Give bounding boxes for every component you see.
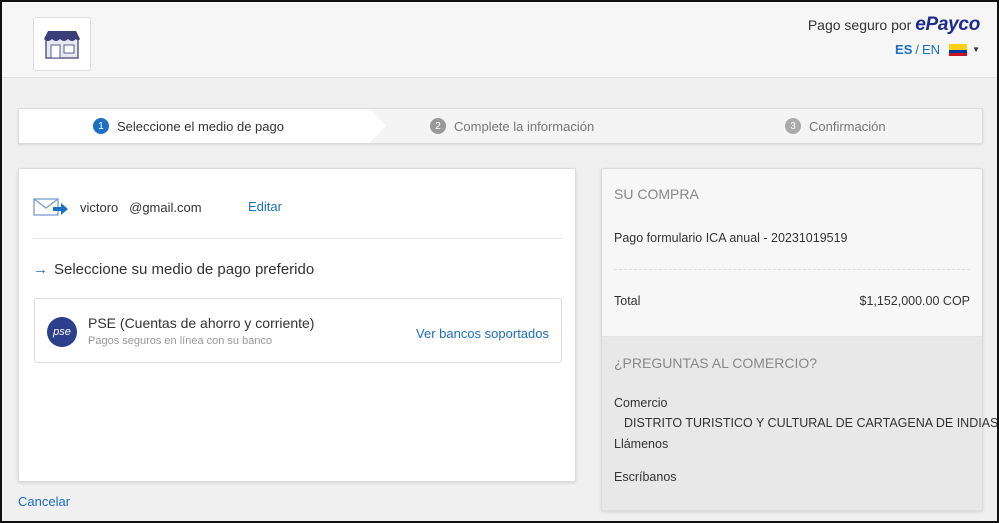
- select-method-label: Seleccione su medio de pago preferido: [54, 261, 315, 278]
- secure-payment-text: Pago seguro por ePayco: [808, 14, 980, 36]
- pse-logo-icon: pse: [47, 317, 77, 347]
- merchant-name: DISTRITO TURISTICO Y CULTURAL DE CARTAGE…: [624, 416, 999, 430]
- step-confirmation: 3 Confirmación: [785, 118, 886, 134]
- step-number: 1: [93, 118, 109, 134]
- lang-separator: /: [915, 42, 920, 57]
- merchant-label: Comercio: [614, 396, 668, 410]
- lang-es[interactable]: ES: [895, 42, 912, 57]
- email-arrow-icon: [33, 198, 68, 216]
- total-value: $1,152,000.00 COP: [859, 294, 971, 308]
- payment-method-panel: victoro @gmail.com Editar → Seleccione s…: [18, 168, 576, 482]
- step-label: Seleccione el medio de pago: [117, 118, 284, 134]
- select-method-heading: → Seleccione su medio de pago preferido: [33, 261, 314, 278]
- purchase-summary: SU COMPRA Pago formulario ICA anual - 20…: [602, 169, 982, 337]
- arrow-right-icon: →: [33, 261, 48, 278]
- dashed-divider: [614, 269, 970, 270]
- store-icon: [44, 31, 80, 59]
- edit-email-link[interactable]: Editar: [248, 199, 282, 214]
- secure-prefix: Pago seguro por: [807, 17, 912, 33]
- language-selector[interactable]: ES / EN ▼: [895, 42, 980, 57]
- checkout-steps: 1 Seleccione el medio de pago 2 Complete…: [18, 108, 983, 144]
- header: Pago seguro por ePayco ES / EN ▼: [2, 2, 997, 78]
- chevron-down-icon[interactable]: ▼: [972, 45, 980, 54]
- checkout-page: Pago seguro por ePayco ES / EN ▼ 1 Selec…: [0, 0, 999, 523]
- merchant-logo: [33, 17, 91, 71]
- step-label: Confirmación: [809, 118, 886, 134]
- pse-subtitle: Pagos seguros en línea con su banco: [88, 335, 273, 347]
- step-select-payment: 1 Seleccione el medio de pago: [93, 118, 284, 134]
- purchase-description: Pago formulario ICA anual - 20231019519: [614, 231, 848, 245]
- pse-title: PSE (Cuentas de ahorro y corriente): [88, 315, 315, 331]
- lang-en[interactable]: EN: [922, 42, 940, 57]
- total-label: Total: [614, 294, 641, 308]
- step-complete-info: 2 Complete la información: [430, 118, 594, 134]
- pse-payment-option[interactable]: pse PSE (Cuentas de ahorro y corriente) …: [34, 298, 562, 363]
- step-label: Complete la información: [454, 118, 595, 134]
- questions-heading: ¿PREGUNTAS AL COMERCIO?: [614, 355, 818, 371]
- supported-banks-link[interactable]: Ver bancos soportados: [416, 326, 549, 341]
- email-address: victoro @gmail.com: [80, 199, 202, 215]
- call-us-link[interactable]: Llámenos: [614, 437, 668, 451]
- write-us-link[interactable]: Escríbanos: [614, 470, 677, 484]
- step-number: 3: [785, 118, 801, 134]
- email-row: victoro @gmail.com: [33, 196, 202, 218]
- epayco-brand: ePayco: [915, 14, 980, 35]
- summary-heading: SU COMPRA: [614, 186, 699, 202]
- colombia-flag-icon[interactable]: [949, 43, 968, 56]
- step-number: 2: [430, 118, 446, 134]
- purchase-summary-panel: SU COMPRA Pago formulario ICA anual - 20…: [601, 168, 997, 511]
- cancel-link[interactable]: Cancelar: [18, 494, 70, 509]
- divider: [33, 238, 563, 239]
